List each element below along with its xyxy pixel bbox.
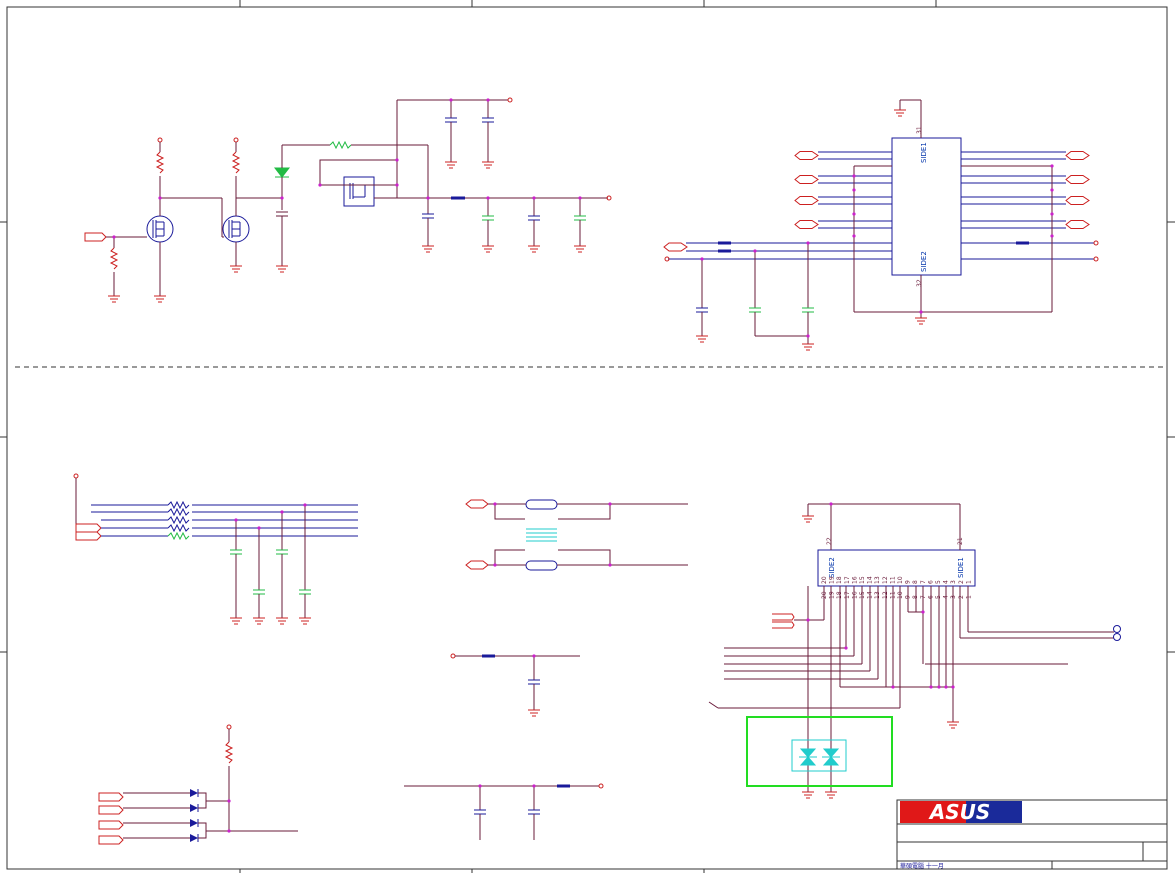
bottom-pin-inner-11: 11 <box>889 576 896 584</box>
bottom-pin-inner-4: 4 <box>943 580 950 584</box>
bottom-pin-inner-16: 16 <box>851 576 858 584</box>
schematic-sheet: SIDE1 SIDE2 31 32 SIDE2 SIDE1 22 21 2020… <box>0 0 1175 873</box>
bottom-pin-inner-5: 5 <box>935 580 942 584</box>
bottom-pin-inner-19: 19 <box>829 576 836 584</box>
title-block: ASUS 華碩電腦 十一月 <box>896 799 1168 870</box>
top-connector-pin31: 31 <box>916 126 923 134</box>
bottom-connector-side2: SIDE2 <box>828 557 836 578</box>
asus-logo-text: ASUS <box>928 800 991 824</box>
title-block-footer: 華碩電腦 十一月 <box>900 862 944 870</box>
choke-top-winding <box>525 499 558 510</box>
bottom-pin-inner-20: 20 <box>821 576 828 584</box>
bottom-pin-outer-16: 16 <box>851 591 858 599</box>
diode-green <box>273 167 291 178</box>
top-connector-side1: SIDE1 <box>920 142 928 163</box>
bottom-pin-inner-7: 7 <box>920 580 927 584</box>
bottom-pin-outer-19: 19 <box>829 591 836 599</box>
choke-bottom-winding <box>525 560 558 571</box>
bottom-pin-inner-3: 3 <box>950 580 957 584</box>
bottom-pin-inner-12: 12 <box>882 576 889 584</box>
bottom-pin-outer-17: 17 <box>844 591 851 599</box>
diode-or-section <box>98 724 298 845</box>
bottom-pin-inner-14: 14 <box>867 576 874 584</box>
bottom-pin-inner-18: 18 <box>836 576 843 584</box>
bottom-connector-side1: SIDE1 <box>957 557 965 578</box>
bottom-pin-outer-2: 2 <box>958 595 965 599</box>
bottom-pin-outer-1: 1 <box>965 595 972 599</box>
resistor-network-section <box>73 473 358 625</box>
bottom-pin-inner-10: 10 <box>897 576 904 584</box>
load-switch-ic <box>343 176 375 207</box>
sheet-border <box>0 0 1175 873</box>
bottom-pin-inner-15: 15 <box>859 576 866 584</box>
mosfet-switch-section <box>84 97 612 303</box>
bottom-pin-inner-1: 1 <box>965 580 972 584</box>
bottom-connector-section: SIDE2 SIDE1 22 21 2020191918181717161615… <box>708 502 1121 799</box>
bottom-connector-pin22: 22 <box>826 537 833 545</box>
bottom-pin-inner-17: 17 <box>844 576 851 584</box>
bottom-pin-inner-8: 8 <box>912 580 919 584</box>
bottom-pin-inner-13: 13 <box>874 576 881 584</box>
bottom-connector-pin-labels: 2020191918181717161615151414131312121111… <box>821 576 972 599</box>
top-connector-side2: SIDE2 <box>920 251 928 272</box>
bottom-pin-outer-12: 12 <box>882 591 889 599</box>
top-connector-pin32: 32 <box>916 279 923 287</box>
highlight-box-tvs <box>746 716 893 787</box>
bottom-pin-outer-3: 3 <box>950 595 957 599</box>
bottom-pin-inner-9: 9 <box>905 580 912 584</box>
top-connector-section: SIDE1 SIDE2 31 32 <box>663 99 1099 351</box>
bottom-pin-inner-6: 6 <box>927 580 934 584</box>
common-mode-choke-section <box>404 499 688 840</box>
bottom-pin-inner-2: 2 <box>958 580 965 584</box>
